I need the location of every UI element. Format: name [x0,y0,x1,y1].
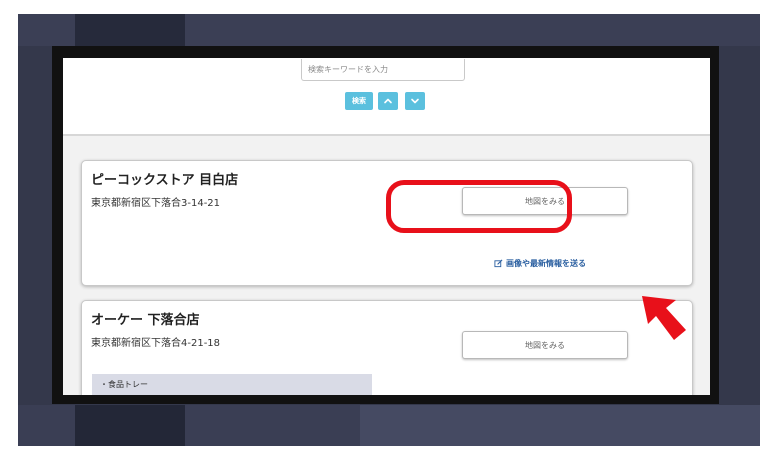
store-name: オーケー 下落合店 [91,313,200,328]
edit-icon [494,259,503,268]
frame-band [75,405,185,446]
send-info-link[interactable]: 画像や最新情報を送る [494,258,586,269]
chevron-up-icon [384,98,392,104]
accepted-items-box: ・食品トレー [92,374,372,395]
frame-band [75,14,185,46]
search-input[interactable] [301,59,465,81]
search-area: 検索 [63,58,710,136]
list-item: ・食品トレー [100,380,148,389]
store-address: 東京都新宿区下落合4-21-18 [91,338,221,349]
red-arrow-icon [642,296,686,340]
store-name: ピーコックストア 目白店 [91,173,239,188]
prev-result-button[interactable] [378,92,398,110]
store-card: オーケー 下落合店 東京都新宿区下落合4-21-18 地図をみる ・食品トレー [81,300,693,395]
highlight-circle [386,180,572,233]
send-info-label: 画像や最新情報を送る [506,259,586,268]
screen: 検索 ピーコックストア 目白店 東京都新宿区下落合3-14-21 地図をみる 画… [63,58,710,395]
next-result-button[interactable] [405,92,425,110]
frame-band [360,405,760,446]
chevron-down-icon [411,98,419,104]
store-address: 東京都新宿区下落合3-14-21 [91,198,221,209]
view-map-button[interactable]: 地図をみる [462,331,628,359]
search-button[interactable]: 検索 [345,92,373,110]
